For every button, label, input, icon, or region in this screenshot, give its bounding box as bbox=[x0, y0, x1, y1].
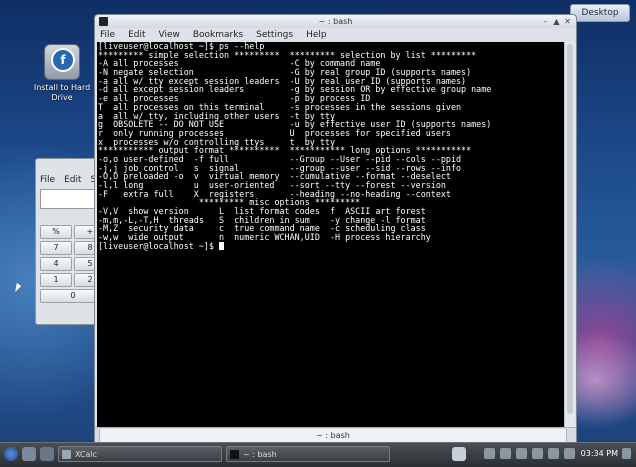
taskbar-panel: XCalc ~ : bash 03:34 PM bbox=[0, 442, 636, 467]
minimize-icon[interactable]: – bbox=[541, 17, 550, 26]
install-icon-label: Install to Hard Drive bbox=[33, 83, 91, 102]
network-icon[interactable] bbox=[500, 448, 511, 459]
terminal-task-icon bbox=[230, 450, 239, 459]
menu-edit[interactable]: Edit bbox=[128, 28, 145, 42]
menu-view[interactable]: View bbox=[159, 28, 180, 42]
terminal-app-icon bbox=[99, 17, 108, 26]
installer-icon: f bbox=[44, 44, 80, 80]
file-manager-icon[interactable] bbox=[40, 447, 54, 461]
panel-toolbox-icon[interactable] bbox=[622, 448, 631, 459]
terminal-window[interactable]: ~ : bash – ▲ ✕ File Edit View Bookmarks … bbox=[94, 14, 577, 444]
install-to-hard-drive-icon[interactable]: f Install to Hard Drive bbox=[30, 44, 94, 103]
calc-button-4[interactable]: 4 bbox=[40, 257, 72, 271]
terminal-titlebar[interactable]: ~ : bash – ▲ ✕ bbox=[95, 15, 576, 28]
maximize-icon[interactable]: ▲ bbox=[552, 17, 561, 26]
calc-button-7[interactable]: 7 bbox=[40, 241, 72, 255]
menu-settings[interactable]: Settings bbox=[256, 28, 293, 42]
updates-icon[interactable] bbox=[564, 448, 575, 459]
taskbar-item-xcalc[interactable]: XCalc bbox=[58, 446, 222, 462]
menu-file[interactable]: File bbox=[100, 28, 115, 42]
close-icon[interactable]: ✕ bbox=[563, 17, 572, 26]
pager-icon[interactable] bbox=[452, 447, 466, 461]
menu-help[interactable]: Help bbox=[306, 28, 327, 42]
clipboard-icon[interactable] bbox=[484, 448, 495, 459]
fedora-menu-icon[interactable] bbox=[4, 447, 18, 461]
terminal-output[interactable]: [liveuser@localhost ~]$ ps --help ******… bbox=[97, 42, 564, 427]
calc-button-1[interactable]: 1 bbox=[40, 273, 72, 287]
notifications-icon[interactable] bbox=[532, 448, 543, 459]
terminal-title: ~ : bash bbox=[318, 17, 353, 26]
panel-clock[interactable]: 03:34 PM bbox=[581, 446, 618, 462]
terminal-prompt-line: [liveuser@localhost ~]$ bbox=[98, 240, 564, 251]
battery-icon[interactable] bbox=[548, 448, 559, 459]
taskbar-item-xcalc-label: XCalc bbox=[75, 450, 98, 459]
desktop-toolbox-label: Desktop bbox=[581, 8, 619, 18]
menu-bookmarks[interactable]: Bookmarks bbox=[193, 28, 243, 42]
calc-button-percent[interactable]: % bbox=[40, 225, 72, 239]
terminal-prompt: [liveuser@localhost ~]$ bbox=[98, 240, 220, 251]
terminal-tab[interactable]: ~ : bash bbox=[99, 429, 567, 443]
xcalc-task-icon bbox=[62, 450, 71, 459]
taskbar-item-terminal[interactable]: ~ : bash bbox=[226, 446, 390, 462]
volume-icon[interactable] bbox=[516, 448, 527, 459]
desktop-toolbox-button[interactable]: Desktop bbox=[570, 4, 630, 22]
terminal-scrollbar[interactable] bbox=[564, 42, 575, 427]
terminal-cursor bbox=[219, 241, 225, 250]
show-desktop-icon[interactable] bbox=[22, 447, 36, 461]
terminal-menubar: File Edit View Bookmarks Settings Help bbox=[95, 28, 576, 42]
taskbar-item-terminal-label: ~ : bash bbox=[243, 450, 277, 459]
scrollbar-thumb[interactable] bbox=[567, 44, 573, 414]
